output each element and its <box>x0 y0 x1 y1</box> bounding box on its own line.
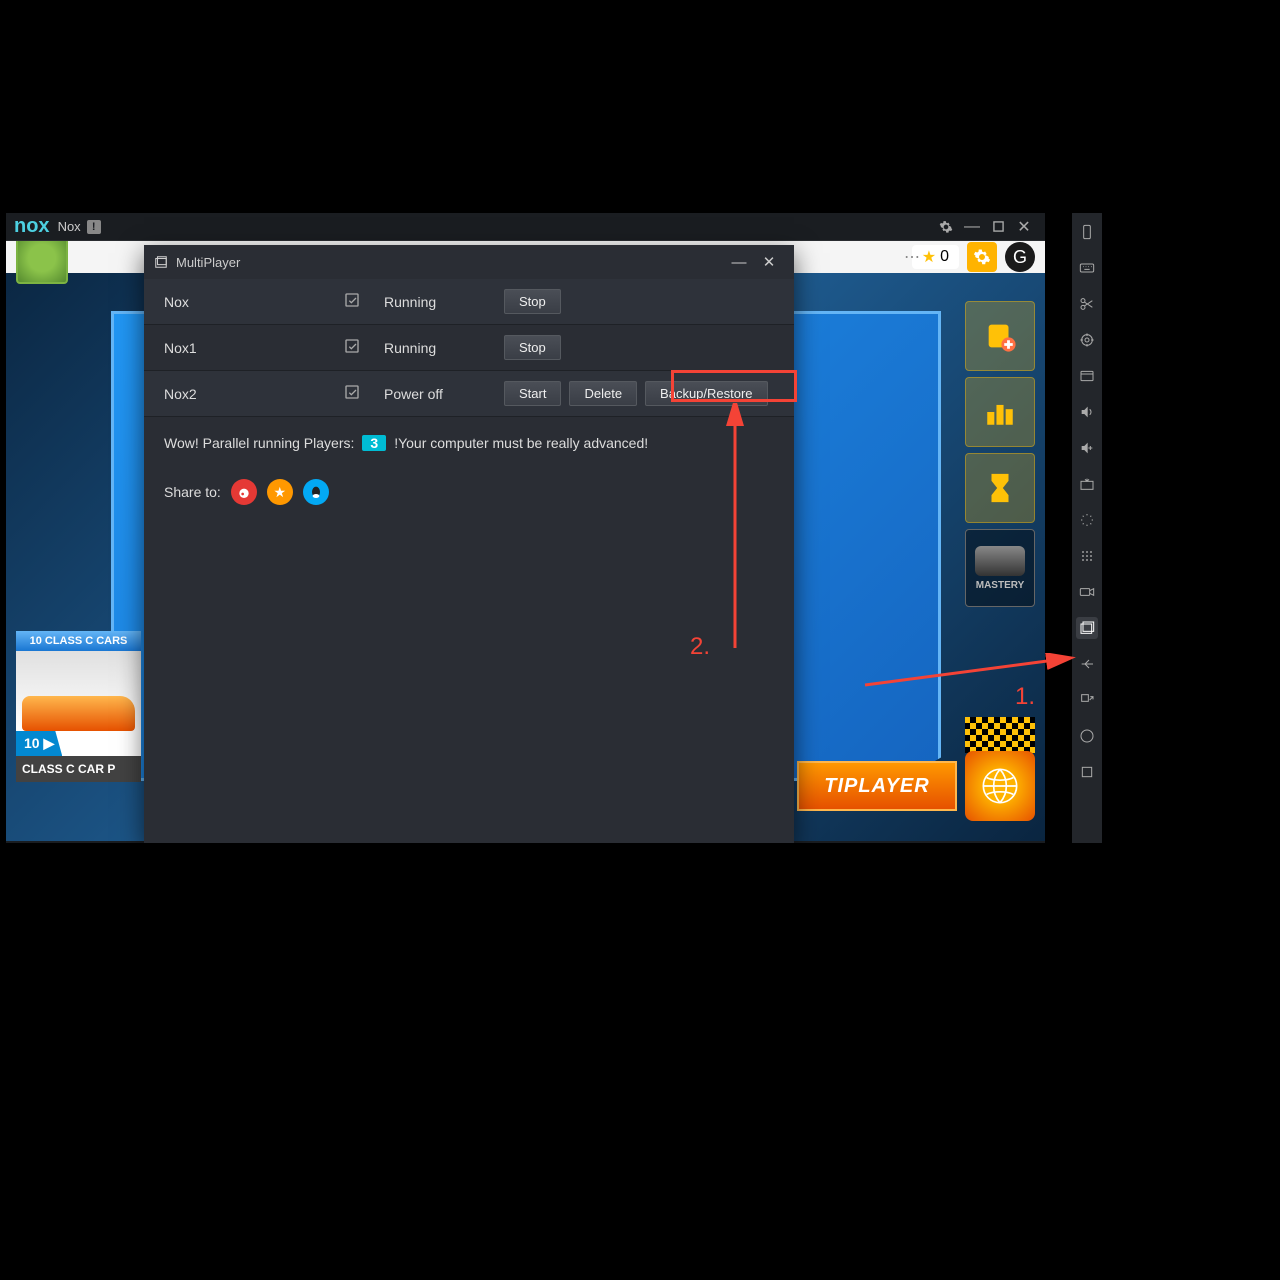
edit-icon[interactable] <box>344 384 384 403</box>
class-card-footer: CLASS C CAR P <box>16 756 141 782</box>
edit-icon[interactable] <box>344 292 384 311</box>
settings-gear-icon[interactable] <box>933 214 959 240</box>
brightness-icon[interactable] <box>1076 509 1098 531</box>
back-icon[interactable] <box>1076 653 1098 675</box>
start-button[interactable]: Start <box>504 381 561 406</box>
controller-icon[interactable] <box>1076 545 1098 567</box>
app-title: Nox <box>58 219 81 234</box>
menu-tile-mastery[interactable]: MASTERY <box>965 529 1035 607</box>
record-icon[interactable] <box>1076 581 1098 603</box>
stop-button[interactable]: Stop <box>504 335 561 360</box>
maximize-icon[interactable] <box>985 214 1011 240</box>
more-icon[interactable]: ⋯ <box>904 247 922 267</box>
nox-logo-icon: nox <box>14 215 50 238</box>
instance-row-nox: Nox Running Stop <box>144 279 794 325</box>
apk-icon[interactable] <box>1076 473 1098 495</box>
instance-status: Running <box>384 340 504 356</box>
instance-name: Nox1 <box>164 340 344 356</box>
mastery-label: MASTERY <box>976 580 1025 591</box>
gameloft-icon[interactable]: G <box>1005 242 1035 272</box>
dialog-header: MultiPlayer — ✕ <box>144 245 794 279</box>
minimize-icon[interactable]: — <box>959 214 985 240</box>
info-badge[interactable]: ! <box>87 220 101 234</box>
menu-tile-3[interactable] <box>965 453 1035 523</box>
edit-icon[interactable] <box>344 338 384 357</box>
weibo-icon[interactable] <box>231 479 257 505</box>
multiplayer-sidebar-icon[interactable] <box>1076 617 1098 639</box>
instance-status: Power off <box>384 386 504 402</box>
globe-icon[interactable] <box>965 751 1035 821</box>
backup-restore-button[interactable]: Backup/Restore <box>645 381 768 406</box>
volume-plus-icon[interactable] <box>1076 437 1098 459</box>
car-image <box>16 651 141 731</box>
instance-status: Running <box>384 294 504 310</box>
volume-icon[interactable] <box>1076 401 1098 423</box>
game-settings-icon[interactable] <box>967 242 997 272</box>
star-icon: ★ <box>922 247 936 267</box>
multiplayer-icon <box>154 255 168 269</box>
game-side-menu: MASTERY <box>965 301 1035 607</box>
dialog-minimize-icon[interactable]: — <box>724 247 754 277</box>
instance-row-nox1: Nox1 Running Stop <box>144 325 794 371</box>
scissors-icon[interactable] <box>1076 293 1098 315</box>
checker-tile[interactable] <box>965 717 1035 753</box>
delete-button[interactable]: Delete <box>569 381 637 406</box>
menu-tile-2[interactable] <box>965 377 1035 447</box>
star-value: 0 <box>940 248 949 266</box>
folder-icon[interactable] <box>1076 365 1098 387</box>
recent-icon[interactable] <box>1076 761 1098 783</box>
share-label: Share to: <box>164 484 221 500</box>
location-icon[interactable] <box>1076 329 1098 351</box>
menu-tile-1[interactable] <box>965 301 1035 371</box>
dialog-close-icon[interactable]: ✕ <box>754 247 784 277</box>
annotation-2: 2. <box>690 633 710 661</box>
class-card-header: 10 CLASS C CARS <box>16 631 141 651</box>
dialog-title: MultiPlayer <box>176 255 240 270</box>
instance-row-nox2: Nox2 Power off Start Delete Backup/Resto… <box>144 371 794 417</box>
player-avatar[interactable] <box>16 241 68 284</box>
instance-name: Nox <box>164 294 344 310</box>
instance-name: Nox2 <box>164 386 344 402</box>
multiplayer-banner[interactable]: TIPLAYER <box>797 761 957 811</box>
parallel-message: Wow! Parallel running Players: 3 !Your c… <box>144 417 794 469</box>
multiplayer-dialog: MultiPlayer — ✕ Nox Running Stop Nox1 Ru… <box>144 245 794 843</box>
share-row: Share to: ★ <box>144 469 794 515</box>
class-c-card[interactable]: 10 CLASS C CARS 10 ▶ CLASS C CAR P <box>16 631 141 811</box>
close-icon[interactable]: ✕ <box>1011 214 1037 240</box>
expand-icon[interactable] <box>1076 689 1098 711</box>
qq-icon[interactable] <box>303 479 329 505</box>
device-icon[interactable] <box>1076 221 1098 243</box>
qzone-icon[interactable]: ★ <box>267 479 293 505</box>
parallel-count-badge: 3 <box>362 435 386 451</box>
keyboard-icon[interactable] <box>1076 257 1098 279</box>
right-sidebar: ⋯ <box>1072 213 1102 843</box>
home-icon[interactable] <box>1076 725 1098 747</box>
stop-button[interactable]: Stop <box>504 289 561 314</box>
titlebar: nox Nox ! — ✕ <box>6 213 1045 241</box>
annotation-1: 1. <box>1015 683 1035 711</box>
